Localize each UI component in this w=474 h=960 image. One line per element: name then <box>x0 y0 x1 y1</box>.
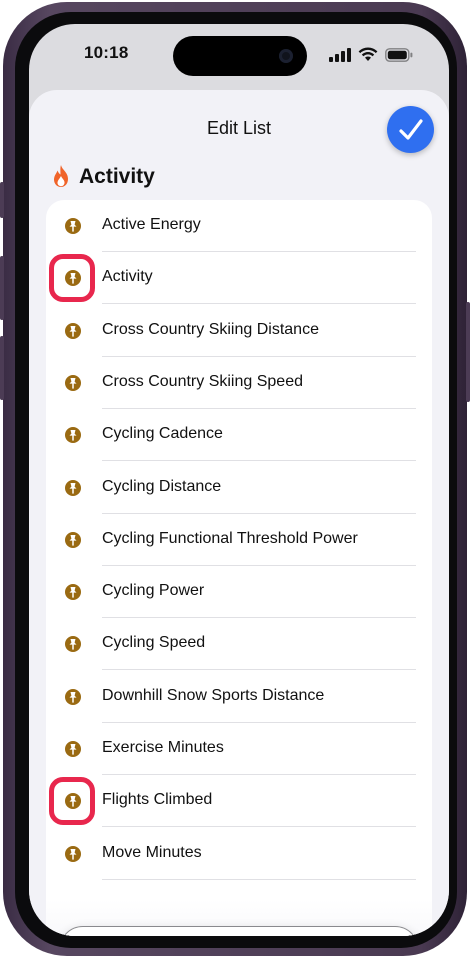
list-item[interactable]: Move Minutes <box>46 828 432 880</box>
pin-icon[interactable] <box>65 479 81 496</box>
pin-icon[interactable] <box>65 427 81 444</box>
list-item[interactable]: Cycling Power <box>46 566 432 619</box>
metric-list: Active Energy Activity Cross Country Skiin… <box>46 200 432 936</box>
checkmark-icon <box>399 119 423 140</box>
list-item-label: Cycling Functional Threshold Power <box>102 529 358 547</box>
sheet-title: Edit List <box>206 118 272 138</box>
list-item[interactable]: Cycling Distance <box>46 462 432 514</box>
pin-icon[interactable] <box>65 741 81 757</box>
list-item-label: Cycling Speed <box>102 634 206 652</box>
list-item-label: Cross Country Skiing Speed <box>102 372 303 390</box>
dynamic-island <box>173 36 307 76</box>
wifi-icon <box>358 47 378 61</box>
highlight-outline <box>49 777 95 826</box>
list-item[interactable]: Cycling Cadence <box>46 409 432 462</box>
list-item-label: Exercise Minutes <box>102 739 224 756</box>
list-item[interactable]: Cycling Speed <box>46 618 432 671</box>
pin-icon[interactable] <box>65 374 81 391</box>
list-item[interactable]: Flights Climbed <box>46 775 432 828</box>
pin-icon[interactable] <box>65 322 81 339</box>
list-item-label: Activity <box>102 268 153 286</box>
screen: 10:18 Edit List Activity Active Energy A… <box>29 24 449 936</box>
list-item[interactable]: Cross Country Skiing Distance <box>46 305 432 357</box>
battery-icon <box>385 48 413 62</box>
search-bar[interactable] <box>59 926 419 936</box>
pin-icon[interactable] <box>65 218 81 234</box>
list-item[interactable]: Downhill Snow Sports Distance <box>46 671 432 723</box>
phone-frame: 10:18 Edit List Activity Active Energy A… <box>0 2 470 956</box>
done-button[interactable] <box>387 106 434 153</box>
pin-icon[interactable] <box>65 688 81 705</box>
volume-down-button <box>0 336 4 400</box>
list-item[interactable]: Exercise Minutes <box>46 723 432 775</box>
list-item-label: Active Energy <box>102 216 201 233</box>
list-item[interactable]: Activity <box>46 252 432 305</box>
edit-list-sheet: Edit List Activity Active Energy Activity… <box>29 90 449 936</box>
list-item-label: Cross Country Skiing Distance <box>102 320 319 338</box>
list-item-label: Cycling Cadence <box>102 425 223 443</box>
list-item[interactable]: Cycling Functional Threshold Power <box>46 514 432 566</box>
volume-up-button <box>0 256 4 320</box>
power-button <box>466 302 470 402</box>
action-button <box>0 182 4 218</box>
front-camera <box>279 49 293 63</box>
row-divider <box>102 878 416 880</box>
list-item[interactable]: Cross Country Skiing Speed <box>46 357 432 409</box>
flame-icon <box>54 165 68 187</box>
list-item-label: Flights Climbed <box>102 791 213 809</box>
list-item-label: Downhill Snow Sports Distance <box>102 686 325 704</box>
pin-icon[interactable] <box>65 584 81 601</box>
cellular-signal-icon <box>329 48 351 62</box>
list-item-label: Cycling Distance <box>102 477 222 495</box>
pin-icon[interactable] <box>65 845 81 862</box>
list-item-label: Cycling Power <box>102 582 205 600</box>
list-item[interactable]: Active Energy <box>46 200 432 252</box>
list-item-label: Move Minutes <box>102 843 202 861</box>
highlight-outline <box>49 254 95 303</box>
pin-icon[interactable] <box>65 636 81 653</box>
status-time: 10:18 <box>84 43 129 62</box>
section-title: Activity <box>79 165 155 188</box>
pin-icon[interactable] <box>65 531 81 548</box>
